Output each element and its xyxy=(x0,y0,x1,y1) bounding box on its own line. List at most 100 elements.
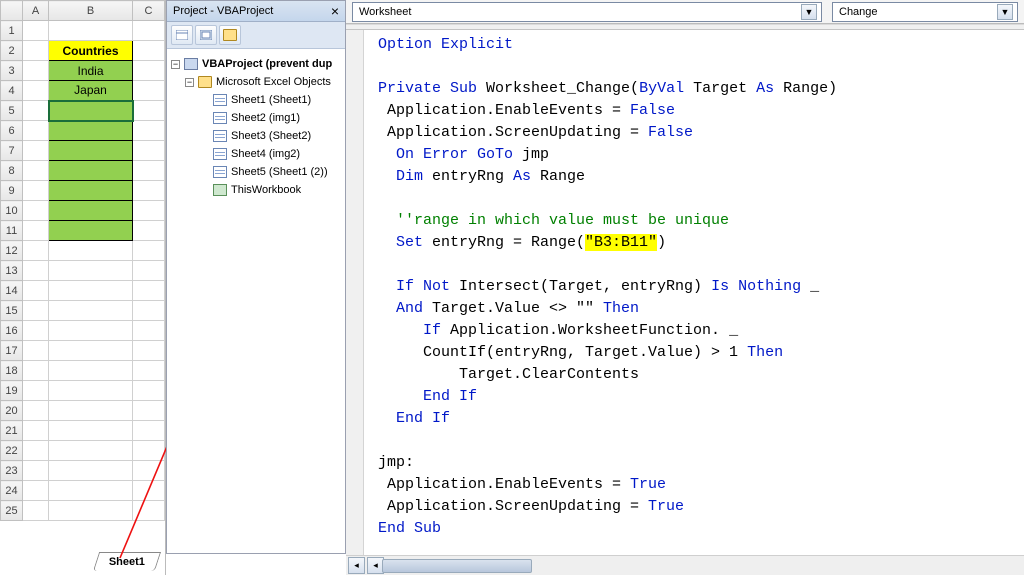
cell[interactable] xyxy=(49,401,133,421)
entry-cell[interactable] xyxy=(49,221,133,241)
scrollbar-thumb[interactable] xyxy=(382,559,532,573)
cell[interactable] xyxy=(133,41,165,61)
cell[interactable] xyxy=(23,101,49,121)
cell[interactable] xyxy=(133,341,165,361)
collapse-icon[interactable]: − xyxy=(185,78,194,87)
row-header[interactable]: 8 xyxy=(1,161,23,181)
cell[interactable] xyxy=(23,21,49,41)
cell[interactable] xyxy=(23,321,49,341)
sheet-tab-active[interactable]: Sheet1 xyxy=(93,552,161,571)
corner-cell[interactable] xyxy=(1,1,23,21)
tree-root[interactable]: − VBAProject (prevent dup xyxy=(171,55,341,73)
cell[interactable] xyxy=(133,221,165,241)
view-object-button[interactable] xyxy=(195,25,217,45)
project-tree[interactable]: − VBAProject (prevent dup − Microsoft Ex… xyxy=(167,49,345,205)
cell[interactable] xyxy=(23,201,49,221)
project-explorer-titlebar[interactable]: Project - VBAProject × xyxy=(167,1,345,22)
cell[interactable] xyxy=(49,341,133,361)
tree-item-sheet2[interactable]: Sheet2 (img1) xyxy=(171,109,341,127)
entry-cell[interactable]: India xyxy=(49,61,133,81)
code-editor[interactable]: Option Explicit Private Sub Worksheet_Ch… xyxy=(364,30,1024,555)
collapse-icon[interactable]: − xyxy=(171,60,180,69)
cell[interactable] xyxy=(133,121,165,141)
cell[interactable] xyxy=(133,461,165,481)
procedure-dropdown[interactable]: Change ▼ xyxy=(832,2,1018,22)
row-header[interactable]: 11 xyxy=(1,221,23,241)
cell[interactable] xyxy=(133,401,165,421)
cell[interactable] xyxy=(23,61,49,81)
row-header[interactable]: 16 xyxy=(1,321,23,341)
cell[interactable] xyxy=(49,481,133,501)
col-header-a[interactable]: A xyxy=(23,1,49,21)
row-header[interactable]: 6 xyxy=(1,121,23,141)
row-header[interactable]: 21 xyxy=(1,421,23,441)
cell[interactable] xyxy=(133,81,165,101)
horizontal-scrollbar[interactable]: ◂ ◂ xyxy=(346,555,1024,575)
object-dropdown[interactable]: Worksheet ▼ xyxy=(352,2,822,22)
cell[interactable] xyxy=(49,381,133,401)
row-header[interactable]: 3 xyxy=(1,61,23,81)
tree-item-sheet5[interactable]: Sheet5 (Sheet1 (2)) xyxy=(171,163,341,181)
cell[interactable] xyxy=(133,141,165,161)
cell[interactable] xyxy=(133,201,165,221)
entry-cell[interactable] xyxy=(49,161,133,181)
cell[interactable] xyxy=(133,441,165,461)
col-header-c[interactable]: C xyxy=(133,1,165,21)
cell[interactable] xyxy=(133,101,165,121)
row-header[interactable]: 22 xyxy=(1,441,23,461)
cell[interactable] xyxy=(133,301,165,321)
cell[interactable] xyxy=(23,281,49,301)
close-icon[interactable]: × xyxy=(331,6,339,16)
entry-cell-selected[interactable] xyxy=(49,101,133,121)
cell[interactable] xyxy=(23,461,49,481)
cell[interactable] xyxy=(49,301,133,321)
cell[interactable] xyxy=(133,481,165,501)
tree-item-sheet4[interactable]: Sheet4 (img2) xyxy=(171,145,341,163)
tree-item-sheet1[interactable]: Sheet1 (Sheet1) xyxy=(171,91,341,109)
cell[interactable] xyxy=(23,421,49,441)
row-header[interactable]: 13 xyxy=(1,261,23,281)
row-header[interactable]: 18 xyxy=(1,361,23,381)
cell[interactable] xyxy=(133,261,165,281)
cell[interactable] xyxy=(23,141,49,161)
row-header[interactable]: 25 xyxy=(1,501,23,521)
cell[interactable] xyxy=(133,21,165,41)
cell[interactable] xyxy=(23,501,49,521)
cell[interactable] xyxy=(49,441,133,461)
row-header[interactable]: 1 xyxy=(1,21,23,41)
cell[interactable] xyxy=(49,461,133,481)
cell[interactable] xyxy=(49,241,133,261)
cell[interactable] xyxy=(23,261,49,281)
row-header[interactable]: 19 xyxy=(1,381,23,401)
entry-cell[interactable] xyxy=(49,181,133,201)
cell[interactable] xyxy=(133,181,165,201)
entry-cell[interactable] xyxy=(49,141,133,161)
cell[interactable] xyxy=(133,361,165,381)
row-header[interactable]: 23 xyxy=(1,461,23,481)
row-header[interactable]: 10 xyxy=(1,201,23,221)
row-header[interactable]: 2 xyxy=(1,41,23,61)
cell[interactable] xyxy=(133,321,165,341)
cell[interactable] xyxy=(23,161,49,181)
entry-cell[interactable] xyxy=(49,121,133,141)
cell[interactable] xyxy=(49,321,133,341)
tree-item-sheet3[interactable]: Sheet3 (Sheet2) xyxy=(171,127,341,145)
cell[interactable] xyxy=(49,21,133,41)
row-header[interactable]: 17 xyxy=(1,341,23,361)
scroll-left-button[interactable]: ◂ xyxy=(348,557,365,574)
spreadsheet-grid[interactable]: A B C 1 2Countries 3India 4Japan 5 6 7 8… xyxy=(0,0,165,521)
cell[interactable] xyxy=(23,241,49,261)
countries-header-cell[interactable]: Countries xyxy=(49,41,133,61)
cell[interactable] xyxy=(23,41,49,61)
cell[interactable] xyxy=(133,501,165,521)
cell[interactable] xyxy=(23,401,49,421)
row-header[interactable]: 24 xyxy=(1,481,23,501)
row-header[interactable]: 15 xyxy=(1,301,23,321)
col-header-b[interactable]: B xyxy=(49,1,133,21)
row-header[interactable]: 14 xyxy=(1,281,23,301)
cell[interactable] xyxy=(49,261,133,281)
view-code-button[interactable] xyxy=(171,25,193,45)
cell[interactable] xyxy=(133,421,165,441)
row-header[interactable]: 9 xyxy=(1,181,23,201)
cell[interactable] xyxy=(23,441,49,461)
